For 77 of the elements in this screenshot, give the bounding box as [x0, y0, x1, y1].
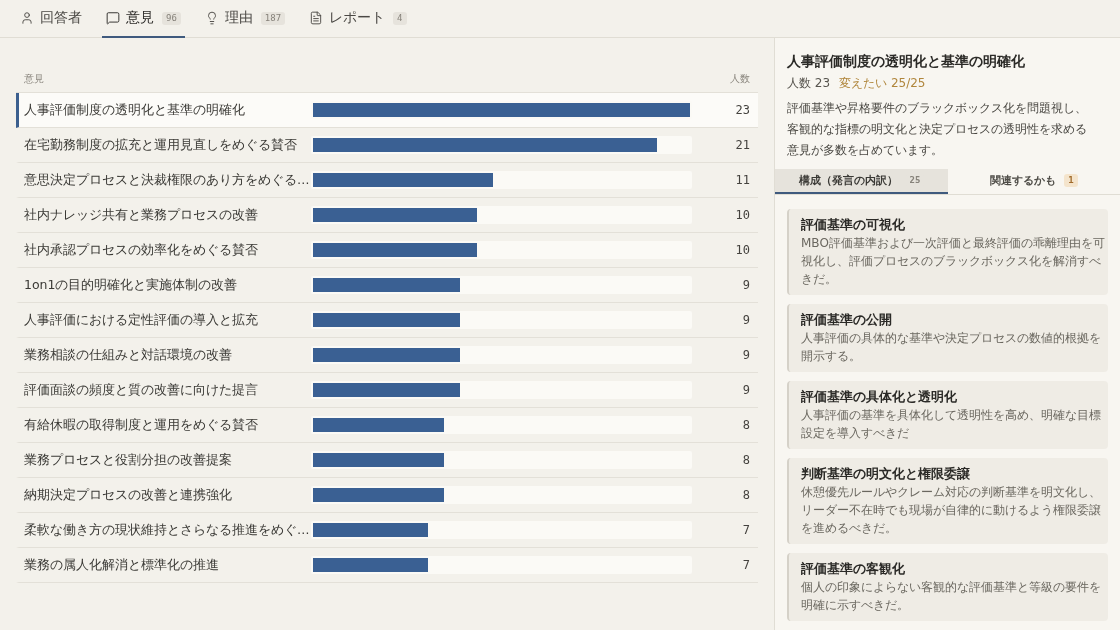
count-text: 9	[742, 313, 750, 327]
count-text: 7	[742, 558, 750, 572]
opinion-label: 人事評価における定性評価の導入と拡充	[24, 311, 259, 329]
opinion-label: 人事評価制度の透明化と基準の明確化	[24, 101, 246, 119]
opinion-row[interactable]: 業務プロセスと役割分担の改善提案 8	[16, 443, 758, 478]
document-icon	[309, 11, 324, 25]
count-text: 10	[735, 208, 750, 222]
opinion-row[interactable]: 評価面談の頻度と質の改善に向けた提言 9	[16, 373, 758, 408]
count-badge: 187	[260, 11, 286, 25]
opinion-row[interactable]: 在宅勤務制度の拡充と運用見直しをめぐる賛否 21	[16, 128, 758, 163]
opinion-label: 納期決定プロセスの改善と連携強化	[24, 486, 233, 504]
opinion-row[interactable]: 意思決定プロセスと決裁権限のあり方をめぐる… 11	[16, 163, 758, 198]
card-body: 人事評価の具体的な基準や決定プロセスの数値的根拠を開示する。	[801, 330, 1102, 365]
opinion-label: 在宅勤務制度の拡充と運用見直しをめぐる賛否	[24, 136, 298, 154]
tab[interactable]: 意見 96	[102, 0, 185, 38]
count-text: 8	[742, 418, 750, 432]
tab-label: 理由	[224, 9, 253, 27]
opinion-label: 1on1の目的明確化と実施体制の改善	[24, 276, 239, 294]
opinion-row[interactable]: 有給休暇の取得制度と運用をめぐる賛否 8	[16, 408, 758, 443]
speech-bubble-icon	[106, 11, 120, 25]
opinion-label: 業務相談の仕組みと対話環境の改善	[24, 346, 233, 364]
opinion-row[interactable]: 人事評価制度の透明化と基準の明確化 23	[16, 93, 758, 128]
count-badge: 1	[1064, 174, 1078, 187]
card-body: 人事評価の基準を具体化して透明性を高め、明確な目標設定を導入すべきだ	[801, 407, 1102, 442]
opinion-label: 業務プロセスと役割分担の改善提案	[24, 451, 233, 469]
opinion-row[interactable]: 業務相談の仕組みと対話環境の改善 9	[16, 338, 758, 373]
count-text: 21	[735, 138, 750, 152]
opinion-row[interactable]: 1on1の目的明確化と実施体制の改善 9	[16, 268, 758, 303]
count-text: 11	[735, 173, 750, 187]
opinion-row[interactable]: 人事評価における定性評価の導入と拡充 9	[16, 303, 758, 338]
opinion-label: 社内承認プロセスの効率化をめぐる賛否	[24, 241, 259, 259]
tab[interactable]: 理由 187	[200, 0, 290, 38]
sub-tab-label: 関連するかも	[990, 173, 1057, 188]
tab-label: 意見	[126, 9, 154, 27]
column-header: 意見	[24, 71, 44, 86]
count-badge: 4	[393, 11, 407, 25]
count-text: 7	[742, 523, 750, 537]
card-title: 判断基準の明文化と権限委譲	[801, 465, 971, 483]
opinion-label: 有給休暇の取得制度と運用をめぐる賛否	[24, 416, 259, 434]
detail-description: 評価基準や昇格要件のブラックボックス化を問題視し、客観的な指標の明文化と決定プロセスの透明性を求める意見が多数を占めています。	[787, 100, 1088, 159]
sub-tab-label: 構成（発言の内訳）	[798, 173, 898, 188]
sub-tab[interactable]: 構成（発言の内訳） 25	[775, 169, 948, 194]
column-header: 人数	[730, 71, 750, 86]
tab[interactable]: 回答者	[16, 0, 86, 38]
change-ratio: 変えたい 25/25	[839, 75, 926, 91]
card-title: 評価基準の公開	[801, 311, 893, 329]
tab-label: レポート	[329, 9, 386, 27]
opinion-row[interactable]: 社内承認プロセスの効率化をめぐる賛否 10	[16, 233, 758, 268]
opinion-label: 社内ナレッジ共有と業務プロセスの改善	[24, 206, 259, 224]
card-body: 個人の印象によらない客観的な評価基準と等級の要件を明確に示すべきだ。	[801, 579, 1102, 614]
count-text: 9	[742, 278, 750, 292]
opinion-row[interactable]: 納期決定プロセスの改善と連携強化 8	[16, 478, 758, 513]
opinion-label: 業務の属人化解消と標準化の推進	[24, 556, 220, 574]
opinion-label: 柔軟な働き方の現状維持とさらなる推進をめぐ…	[24, 521, 311, 539]
count-text: 9	[742, 348, 750, 362]
card-body: 休憩優先ルールやクレーム対応の判断基準を明文化し、リーダー不在時でも現場が自律的に動けるよう権限委譲を進めるべきだ。	[801, 484, 1102, 537]
card-title: 評価基準の客観化	[801, 560, 906, 578]
card-body: MBO評価基準および一次評価と最終評価の乖離理由を可視化し、評価プロセスのブラックボックス化を解消すべきだ。	[801, 235, 1105, 288]
opinion-label: 評価面談の頻度と質の改善に向けた提言	[24, 381, 259, 399]
count-text: 8	[742, 488, 750, 502]
sub-tab[interactable]: 関連するかも 1	[948, 169, 1120, 194]
count-text: 9	[742, 383, 750, 397]
card-title: 評価基準の具体化と透明化	[801, 388, 958, 406]
opinion-row[interactable]: 業務の属人化解消と標準化の推進 7	[16, 548, 758, 583]
detail-title: 人事評価制度の透明化と基準の明確化	[787, 52, 1026, 71]
count-text: 10	[735, 243, 750, 257]
opinion-row[interactable]: 社内ナレッジ共有と業務プロセスの改善 10	[16, 198, 758, 233]
tab-label: 回答者	[40, 9, 82, 27]
respondent-count: 人数 23	[787, 75, 831, 91]
opinion-row[interactable]: 柔軟な働き方の現状維持とさらなる推進をめぐ… 7	[16, 513, 758, 548]
card-title: 評価基準の可視化	[801, 216, 906, 234]
count-badge: 96	[162, 11, 181, 25]
tab[interactable]: レポート 4	[305, 0, 411, 38]
count-text: 8	[742, 453, 750, 467]
user-icon	[20, 11, 34, 25]
count-text: 23	[735, 103, 750, 117]
opinion-label: 意思決定プロセスと決裁権限のあり方をめぐる…	[24, 171, 311, 189]
